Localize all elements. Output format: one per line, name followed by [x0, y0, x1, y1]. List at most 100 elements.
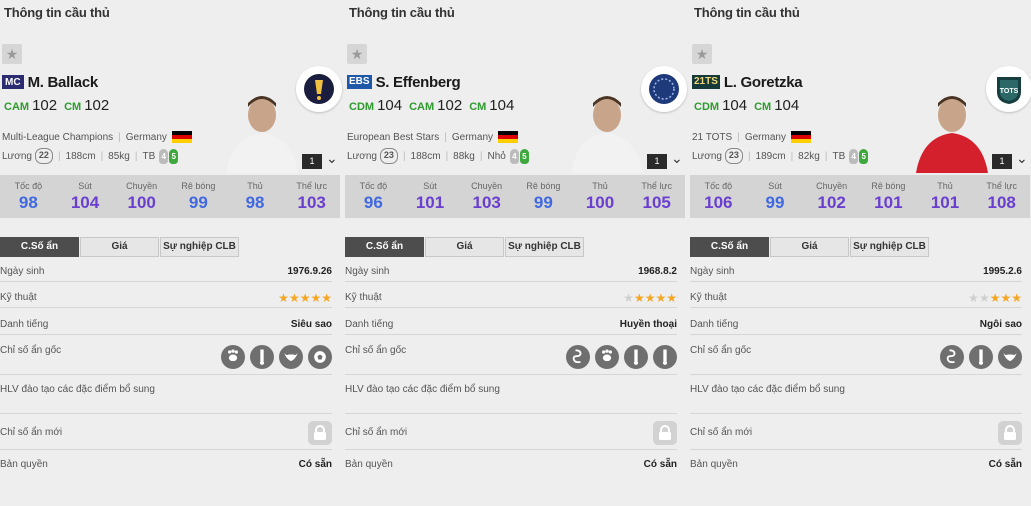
new-traits-label: Chỉ số ẩn mới [0, 427, 63, 438]
positions: CAM 102 CM 102 [4, 97, 116, 115]
tab-2[interactable]: Sự nghiệp CLB [160, 237, 239, 257]
coach-label[interactable]: HLV đào tạo các đặc điểm bổ sung [690, 384, 845, 395]
reputation-value: Huyền thoại [619, 319, 677, 330]
tower-icon[interactable] [653, 345, 677, 369]
bull-icon[interactable] [279, 345, 303, 369]
page-title: Thông tin cầu thủ [694, 5, 800, 20]
stat-value: 96 [363, 193, 383, 212]
season-name: 21 TOTS [692, 131, 733, 143]
detail-tabs: C.Số ẩn Giá Sự nghiệp CLB [690, 237, 930, 257]
paw-icon[interactable] [595, 345, 619, 369]
stat-item: Chuyền 100 [113, 175, 170, 218]
birthdate-value: 1976.9.26 [287, 266, 333, 277]
player-name-row: MC M. Ballack [2, 72, 98, 92]
star-icon: ★ [1000, 290, 1012, 305]
player-portrait [571, 96, 643, 173]
coach-row: HLV đào tạo các đặc điểm bổ sung [690, 378, 1022, 414]
tab-0[interactable]: C.Số ẩn [0, 237, 79, 257]
favorite-star-icon[interactable]: ★ [347, 44, 367, 64]
stat-label: Thủ [937, 181, 953, 191]
tab-2[interactable]: Sự nghiệp CLB [505, 237, 584, 257]
tower-icon[interactable] [969, 345, 993, 369]
position-ovr: 104 [377, 97, 403, 114]
tower-icon[interactable] [250, 345, 274, 369]
skill-stars: ★ ★ ★ ★ ★ [623, 291, 677, 305]
player-name-row: EBS S. Effenberg [347, 72, 461, 92]
position-cam: CAM 102 [409, 97, 462, 115]
trait-icons [935, 345, 1022, 369]
tower-icon[interactable] [624, 345, 648, 369]
skill-row: Kỹ thuật ★ ★ ★ ★ ★ [345, 288, 677, 308]
player-card: Thông tin cầu thủ ★ EBS S. Effenberg CDM… [345, 0, 687, 506]
position-ovr: 104 [722, 97, 748, 114]
stat-label: Sút [78, 181, 92, 191]
tab-0[interactable]: C.Số ẩn [690, 237, 769, 257]
star-icon: ★ [310, 290, 322, 305]
stat-value: 102 [817, 193, 846, 212]
position-cdm: CDM 104 [694, 97, 747, 115]
weight: 85kg [108, 150, 130, 162]
chevron-down-icon[interactable]: ⌄ [1016, 150, 1028, 167]
tab-1[interactable]: Giá [770, 237, 849, 257]
star-icon: ★ [644, 290, 656, 305]
height: 188cm [410, 150, 441, 162]
new-traits-row: Chỉ số ẩn mới [345, 416, 677, 450]
stats-bar: Tốc độ 96 Sút 101 Chuyền 103 Rê bóng 99 Thủ 100 Th… [345, 175, 685, 218]
lock-icon[interactable] [653, 420, 677, 445]
skill-label: Kỹ thuật [690, 292, 727, 303]
height: 188cm [65, 150, 96, 162]
favorite-star-icon[interactable]: ★ [2, 44, 22, 64]
reputation-label: Danh tiếng [345, 319, 394, 330]
tab-0[interactable]: C.Số ẩn [345, 237, 424, 257]
level-badge[interactable]: 1 [302, 154, 322, 169]
player-name: M. Ballack [27, 73, 99, 91]
germany-flag-icon [498, 131, 519, 143]
rights-value: Có sẵn [643, 458, 677, 470]
snake-icon[interactable] [566, 345, 590, 369]
stat-value: 106 [704, 193, 733, 212]
lock-icon[interactable] [308, 420, 332, 445]
snake-icon[interactable] [940, 345, 964, 369]
ball-icon[interactable] [308, 345, 332, 369]
coach-label[interactable]: HLV đào tạo các đặc điểm bổ sung [345, 384, 500, 395]
chevron-down-icon[interactable]: ⌄ [671, 150, 683, 167]
weight: 82kg [798, 150, 820, 162]
level-badge[interactable]: 1 [992, 154, 1012, 169]
position-ovr: 104 [774, 97, 800, 114]
chevron-down-icon[interactable]: ⌄ [326, 150, 338, 167]
globe-icon [641, 66, 687, 112]
tab-1[interactable]: Giá [425, 237, 504, 257]
stats-bar: Tốc độ 98 Sút 104 Chuyền 100 Rê bóng 99 Thủ 98 Thể… [0, 175, 340, 218]
stat-label: Thể lực [296, 181, 327, 191]
skill-label: Kỹ thuật [0, 292, 37, 303]
positions: CDM 104 CM 104 [694, 97, 806, 115]
stat-label: Rê bóng [181, 181, 216, 191]
physical-row: Lương 22 | 188cm | 85kg | TB 4 5 [2, 148, 179, 164]
position-ovr: 104 [489, 97, 515, 114]
bull-icon[interactable] [998, 345, 1022, 369]
coach-label[interactable]: HLV đào tạo các đặc điểm bổ sung [0, 384, 155, 395]
stat-item: Thể lực 103 [283, 175, 340, 218]
traits-label: Chỉ số ẩn gốc [0, 345, 62, 356]
stat-item: Tốc độ 98 [0, 175, 57, 218]
stat-label: Tốc độ [14, 181, 43, 191]
stat-value: 98 [245, 193, 265, 212]
player-portrait [226, 96, 298, 173]
favorite-star-icon[interactable]: ★ [692, 44, 712, 64]
strong-foot: 5 [519, 148, 529, 164]
tab-2[interactable]: Sự nghiệp CLB [850, 237, 929, 257]
stat-item: Rê bóng 101 [860, 175, 917, 218]
rights-value: Có sẵn [988, 458, 1022, 470]
level-badge[interactable]: 1 [647, 154, 667, 169]
birthdate-row: Ngày sinh 1976.9.26 [0, 262, 332, 282]
body-type: TB [142, 150, 156, 162]
stat-value: 101 [930, 193, 960, 212]
rights-label: Bản quyền [345, 458, 393, 470]
paw-icon[interactable] [221, 345, 245, 369]
stat-item: Thủ 98 [227, 175, 284, 218]
reputation-value: Siêu sao [290, 319, 332, 330]
tab-1[interactable]: Giá [80, 237, 159, 257]
lock-icon[interactable] [998, 420, 1022, 445]
reputation-label: Danh tiếng [0, 319, 49, 330]
nationality: Germany [744, 131, 786, 143]
